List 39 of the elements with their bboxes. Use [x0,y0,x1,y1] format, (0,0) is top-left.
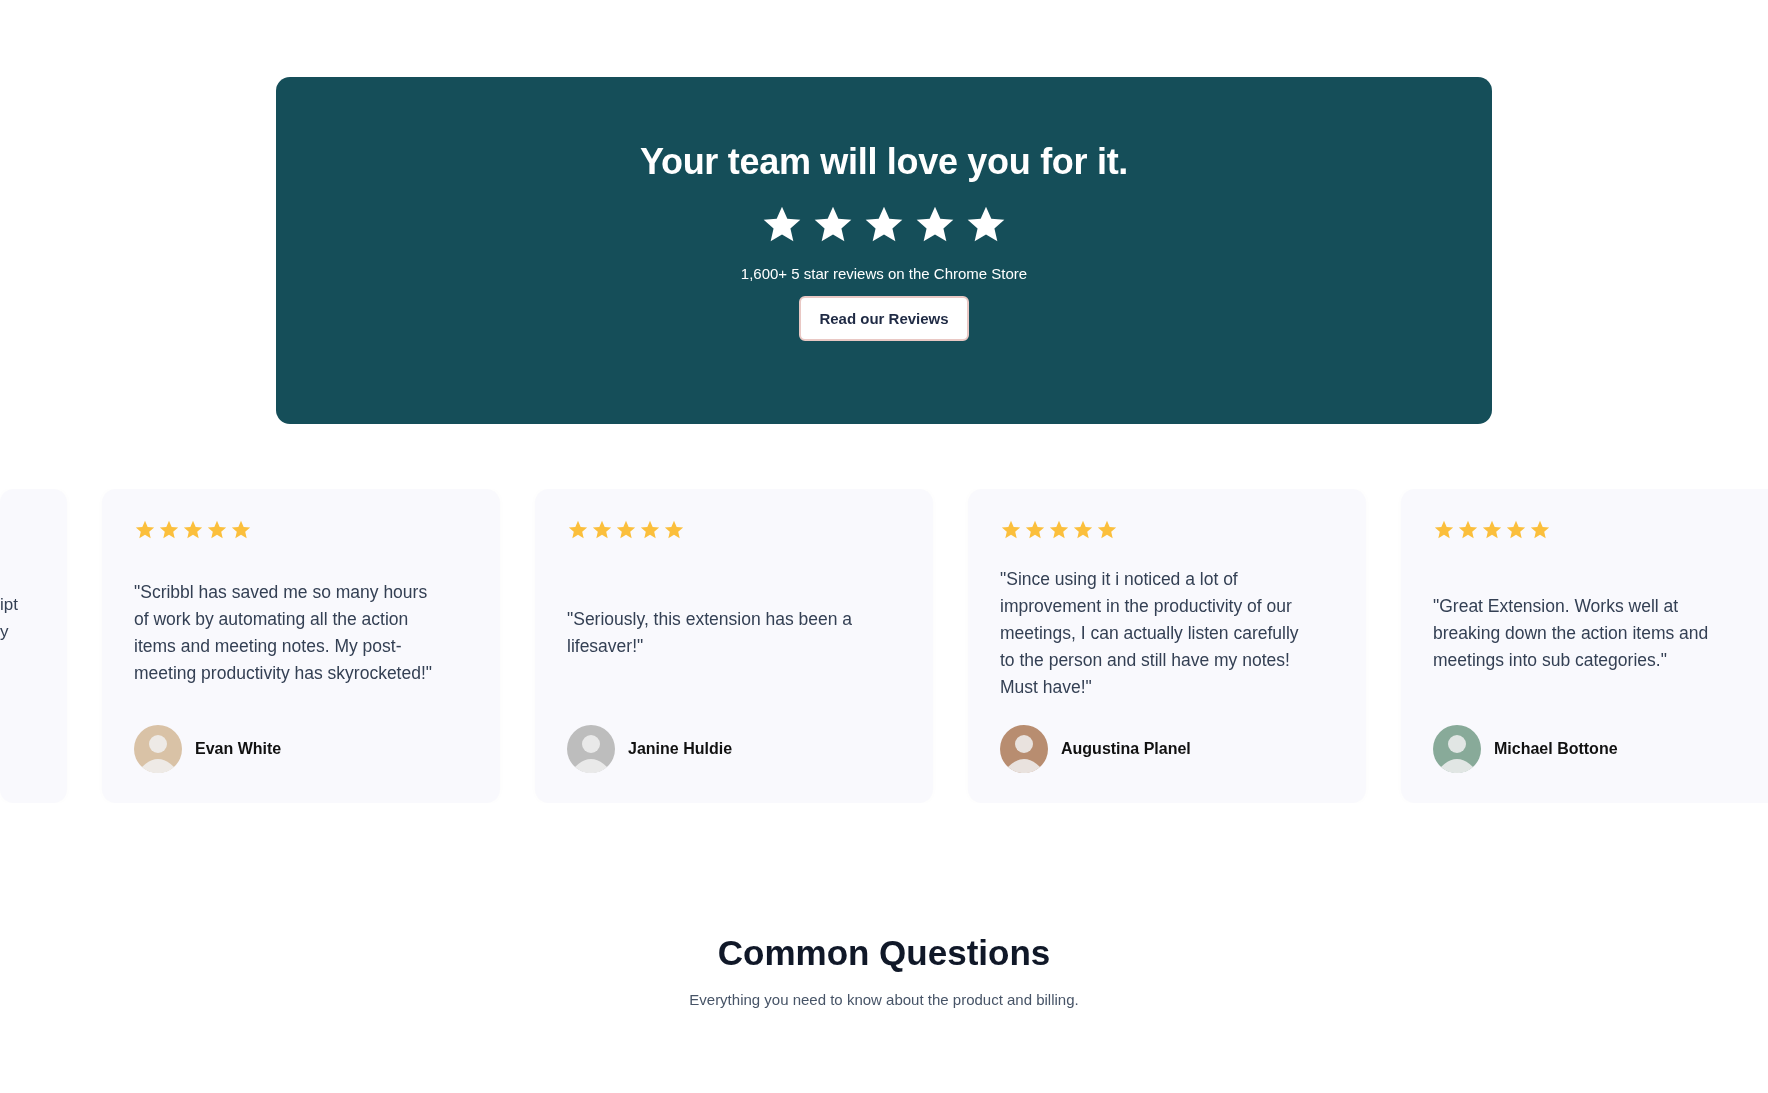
reviewer-name: Michael Bottone [1494,740,1618,758]
review-text: ipt [0,594,19,616]
section-title: Common Questions [717,933,1051,973]
star-icon [1505,519,1527,541]
star-icon [663,519,685,541]
review-text: "Scribbl has saved me so many hours of work by automating all the action items and meeting notes. My post-meeting productivity has skyrocketed!" [134,581,433,685]
star-icon [182,519,204,541]
reviewer-name: Augustina Planel [1061,740,1191,758]
avatar [1433,725,1481,773]
star-icon [158,519,180,541]
review-count-text: 1,600+ 5 star reviews on the Chrome Store [740,265,1028,282]
avatar [567,725,615,773]
star-icon [615,519,637,541]
star-icon [134,519,156,541]
star-icon [1457,519,1479,541]
star-icon [1529,519,1551,541]
star-icon [1048,519,1070,541]
reviewer-name: Evan White [195,740,282,758]
star-icon [1024,519,1046,541]
star-icon [1433,519,1455,541]
star-icon [206,519,228,541]
star-icon [1481,519,1503,541]
section-subtitle: Everything you need to know about the product and billing. [689,991,1079,1008]
star-icon [230,519,252,541]
reviewer-name: Janine Huldie [628,740,733,758]
star-icon [1096,519,1118,541]
star-icon [1072,519,1094,541]
read-reviews-button[interactable]: Read our Reviews [799,296,969,341]
avatar [1000,725,1048,773]
star-icon [1000,519,1022,541]
star-icon [639,519,661,541]
review-text: "Since using it i noticed a lot of improvement in the productivity of our meetings, I can actually listen carefully to the person and still have my notes! Must have!" [1000,567,1300,699]
star-icon [591,519,613,541]
star-icon [567,519,589,541]
avatar [134,725,182,773]
banner-title: Your team will love you for it. [639,141,1129,183]
review-text: "Seriously, this extension has been a lifesaver!" [567,608,854,658]
review-text: "Great Extension. Works well at breaking down the action items and meetings into sub categories." [1433,594,1710,672]
review-text: y [0,621,10,643]
